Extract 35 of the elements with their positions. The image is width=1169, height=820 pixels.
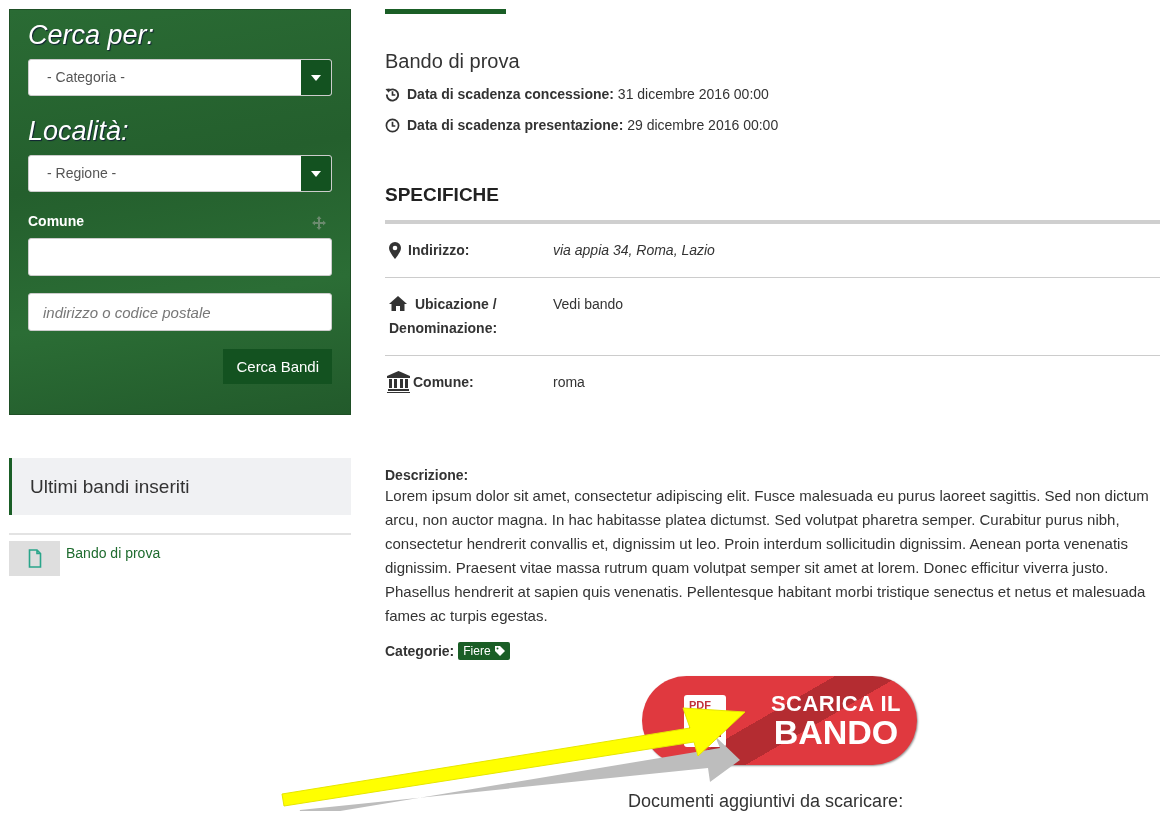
spec-value: roma [553, 373, 585, 392]
section-heading: Località: [28, 116, 129, 147]
spec-label: Comune: [413, 373, 474, 392]
select-field[interactable]: - Categoria - [28, 59, 332, 96]
description-text: Lorem ipsum dolor sit amet, consectetur adipiscing elit. Fusce malesuada eu purus laoreet sagittis. Sed non dictum arcu, non auctor magna. In hac habitasse platea dictumst. Sed volutpat pharetra semper. Curabitur purus nibh, consectetur hendrerit convallis et, dignissim ut leo. Proin interdum sollicitudin dignissim. Aenean porta venenatis dignissim. Praesent vitae massa rutrum quam volutpat semper sit amet at lorem. Donec efficitur viverra justo. Phasellus hendrerit at sapien quis venenatis. Pellentesque habitant morbi tristique senectus et netus et malesuada fames ac turpis egestas. [385, 486, 1150, 626]
search-button[interactable]: Cerca Bandi [223, 349, 332, 384]
history-icon [385, 87, 400, 102]
map-pin-icon [389, 242, 401, 259]
bando-link[interactable]: Bando di prova [66, 545, 161, 561]
section-heading: SPECIFICHE [385, 184, 500, 206]
spec-value: via appia 34, Roma, Lazio [553, 241, 715, 260]
deadline-text: Data di scadenza presentazione: 29 dicembre 2016 00:00 [407, 116, 779, 135]
spec-value: Vedi bando [553, 295, 624, 314]
description-label: Descrizione: [385, 467, 469, 483]
caret-icon [311, 170, 321, 177]
deadline-text: Data di scadenza concessione: 31 dicembre 2016 00:00 [407, 85, 769, 104]
extra-documents-heading: Documenti aggiuntivi da scaricare: [628, 791, 904, 811]
input-field[interactable]: indirizzo o codice postale [28, 293, 332, 331]
field-label: Comune [28, 213, 84, 229]
tag-icon [494, 646, 505, 656]
caret-icon [311, 74, 321, 81]
building-icon [387, 371, 410, 393]
select-field[interactable]: - Regione - [28, 155, 332, 192]
clock-icon [385, 118, 400, 133]
document-icon [9, 541, 60, 576]
home-icon [389, 296, 407, 311]
input-field[interactable] [28, 238, 332, 276]
spec-label: Ubicazione / Denominazione: [389, 295, 499, 338]
spec-label: Indirizzo: [408, 241, 470, 260]
move-icon[interactable] [312, 216, 326, 230]
panel-title: Ultimi bandi inseriti [9, 458, 351, 515]
category-tag[interactable]: Fiere [458, 642, 510, 660]
section-heading: Cerca per: [28, 20, 155, 51]
bando-title: Bando di prova [385, 50, 520, 73]
categories-label: Categorie: [385, 643, 455, 659]
